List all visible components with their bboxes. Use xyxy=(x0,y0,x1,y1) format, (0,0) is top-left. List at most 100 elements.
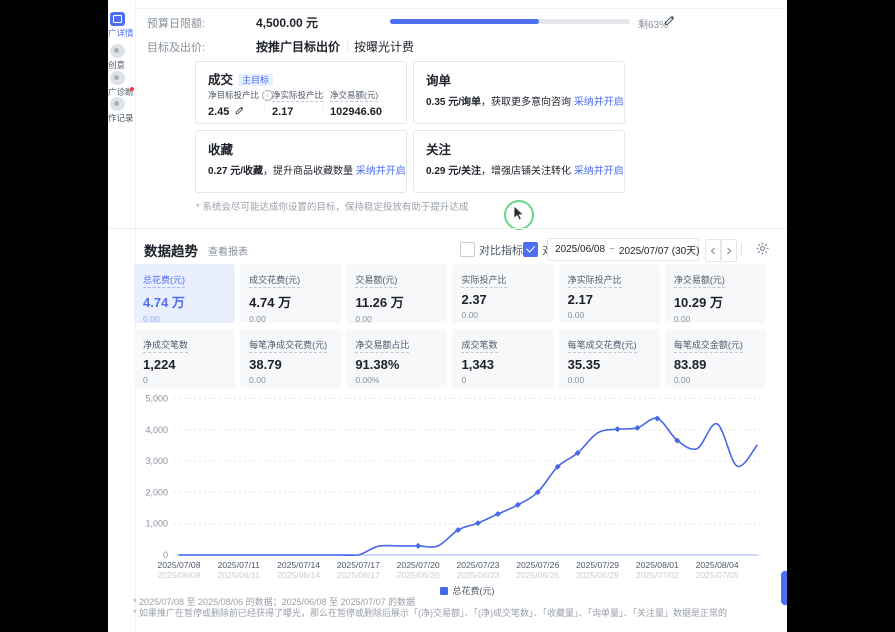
date-range-end: 2025/07/07 (30天) xyxy=(619,242,700,257)
metric-compare-value: 0.00 xyxy=(674,314,757,324)
mouse-cursor-icon xyxy=(513,206,526,221)
goal-desc: ，提升商品收藏数量 xyxy=(263,166,353,177)
metric-label: 实际投产比 xyxy=(461,273,506,288)
metric-label: 净目标投产比 xyxy=(208,90,259,100)
trend-metric-card-5[interactable]: 净实际投产比2.170.00 xyxy=(559,264,660,323)
goal-card-follow: 关注 0.29 元/关注，增强店铺关注转化 采纳并开启 xyxy=(413,130,625,193)
chevron-right-icon xyxy=(726,247,732,255)
compare-metric-label: 对比指标 xyxy=(479,242,523,258)
svg-text:2025/06/23: 2025/06/23 xyxy=(456,570,499,580)
metric-value: 2.45 xyxy=(208,106,229,118)
notification-dot xyxy=(130,87,134,91)
edit-icon[interactable] xyxy=(235,106,244,115)
metric-value: 83.89 xyxy=(674,357,757,372)
budget-label: 预算日限额: xyxy=(147,15,205,31)
metric-compare-value: 0.00 xyxy=(568,375,651,385)
bid-tab-goal[interactable]: 按推广目标出价 xyxy=(256,38,340,55)
goal-card-title: 询单 xyxy=(426,70,451,89)
trend-metric-card-7[interactable]: 净成交笔数1,2240 xyxy=(134,329,235,388)
budget-progress-bar xyxy=(390,19,630,24)
bid-tab-impression[interactable]: 按曝光计费 xyxy=(354,38,414,55)
goal-card-favorite: 收藏 0.27 元/收藏，提升商品收藏数量 采纳并开启 xyxy=(195,130,407,193)
metric-value: 4.74 万 xyxy=(143,292,226,311)
top-divider xyxy=(136,8,787,9)
sidebar-item-label: 创意 xyxy=(108,60,135,70)
metric-label: 成交笔数 xyxy=(461,338,497,353)
metric-label: 净实际投产比 xyxy=(568,273,622,288)
goal-card-title: 成交 xyxy=(208,73,233,87)
chevron-left-icon xyxy=(710,247,716,255)
trend-metric-card-9[interactable]: 净交易额占比91.38%0.00% xyxy=(346,329,447,388)
goal-desc: ，增强店铺关注转化 xyxy=(481,166,571,177)
legend-marker xyxy=(440,587,448,595)
svg-text:2025/07/08: 2025/07/08 xyxy=(157,560,200,570)
svg-text:2025/07/23: 2025/07/23 xyxy=(456,560,499,570)
column-divider xyxy=(264,90,265,114)
svg-text:2025/06/14: 2025/06/14 xyxy=(277,570,320,580)
floating-side-tab[interactable] xyxy=(781,571,787,605)
metric-label: 净交易额占比 xyxy=(355,338,409,353)
goal-card-inquiry: 询单 0.35 元/询单，获取更多意向咨询 采纳并开启 xyxy=(413,61,625,124)
trend-metric-card-11[interactable]: 每笔成交花费(元)35.350.00 xyxy=(559,329,660,388)
metric-label: 交易额(元) xyxy=(355,273,397,288)
sidebar-item-diagnose[interactable]: 广诊断 xyxy=(108,71,135,97)
metric-value: 38.79 xyxy=(249,357,332,372)
trend-metric-card-12[interactable]: 每笔成交金额(元)83.890.00 xyxy=(665,329,766,388)
prev-period-button[interactable] xyxy=(705,239,721,262)
metric-compare-value: 0 xyxy=(461,375,544,385)
svg-text:1,000: 1,000 xyxy=(145,519,168,529)
sidebar-item-label: 广详情 xyxy=(108,28,135,38)
metric-label: 净成交笔数 xyxy=(143,338,188,353)
metric-compare-value: 0.00 xyxy=(568,310,651,320)
next-period-button[interactable] xyxy=(721,239,737,262)
sidebar-item-campaign-detail[interactable]: 广详情 xyxy=(108,12,135,38)
trend-metric-card-3[interactable]: 交易额(元)11.26 万0.00 xyxy=(346,264,447,323)
svg-text:2025/06/08: 2025/06/08 xyxy=(157,570,200,580)
legend-label: 总花费(元) xyxy=(453,584,495,597)
svg-text:2025/06/29: 2025/06/29 xyxy=(576,570,619,580)
svg-text:2025/08/01: 2025/08/01 xyxy=(636,560,679,570)
edit-icon[interactable] xyxy=(664,15,675,26)
view-report-link[interactable]: 查看报表 xyxy=(208,243,248,258)
adopt-enable-link[interactable]: 采纳并开启 xyxy=(574,97,624,108)
sidebar-item-idea[interactable]: 创意 xyxy=(108,44,135,70)
date-range-picker[interactable]: 2025/06/08 ~ 2025/07/07 (30天) xyxy=(547,238,699,261)
budget-value: 4,500.00 元 xyxy=(256,14,318,31)
svg-text:2025/07/17: 2025/07/17 xyxy=(337,560,380,570)
history-icon xyxy=(110,97,125,111)
metric-value: 35.35 xyxy=(568,357,651,372)
goal-price: 0.29 元/关注 xyxy=(426,166,481,177)
svg-text:0: 0 xyxy=(163,550,168,560)
svg-text:2025/06/11: 2025/06/11 xyxy=(218,570,261,580)
metric-label: 每笔净成交花费(元) xyxy=(249,338,327,353)
svg-text:2025/07/02: 2025/07/02 xyxy=(636,570,679,580)
svg-text:2025/07/14: 2025/07/14 xyxy=(277,560,320,570)
trend-metric-card-1[interactable]: 总花费(元)4.74 万0.00 xyxy=(134,264,235,323)
svg-text:5,000: 5,000 xyxy=(145,394,168,404)
trend-metric-card-4[interactable]: 实际投产比2.370.00 xyxy=(452,264,553,323)
sidebar-item-history[interactable]: 作记录 xyxy=(108,97,135,123)
trend-metric-card-10[interactable]: 成交笔数1,3430 xyxy=(452,329,553,388)
adopt-enable-link[interactable]: 采纳并开启 xyxy=(356,166,406,177)
trend-metric-card-8[interactable]: 每笔净成交花费(元)38.790.00 xyxy=(240,329,341,388)
svg-text:2025/06/20: 2025/06/20 xyxy=(397,570,440,580)
metric-label: 每笔成交金额(元) xyxy=(674,338,743,353)
compare-metric-checkbox[interactable] xyxy=(460,242,475,257)
svg-text:2025/07/05: 2025/07/05 xyxy=(696,570,739,580)
svg-text:2025/08/04: 2025/08/04 xyxy=(696,560,739,570)
svg-text:2025/06/17: 2025/06/17 xyxy=(337,570,380,580)
metric-value: 2.17 xyxy=(272,106,323,118)
trend-metric-card-2[interactable]: 成交花费(元)4.74 万0.00 xyxy=(240,264,341,323)
gear-icon[interactable] xyxy=(756,242,769,255)
goal-card-title: 关注 xyxy=(426,139,451,158)
metric-value: 102946.60 xyxy=(330,106,382,118)
metric-value: 2.37 xyxy=(461,292,544,307)
metric-value: 4.74 万 xyxy=(249,292,332,311)
main-panel: 广详情创意广诊断作记录 预算日限额: 4,500.00 元 剩63% 目标及出价… xyxy=(108,0,787,632)
bid-tab-divider: | xyxy=(346,38,349,52)
trend-metric-card-6[interactable]: 净交易额(元)10.29 万0.00 xyxy=(665,264,766,323)
compare-time-checkbox[interactable] xyxy=(523,242,538,257)
trend-line-chart: 01,0002,0003,0004,0005,0002025/07/082025… xyxy=(108,392,787,584)
adopt-enable-link[interactable]: 采纳并开启 xyxy=(574,166,624,177)
column-divider xyxy=(323,90,324,114)
